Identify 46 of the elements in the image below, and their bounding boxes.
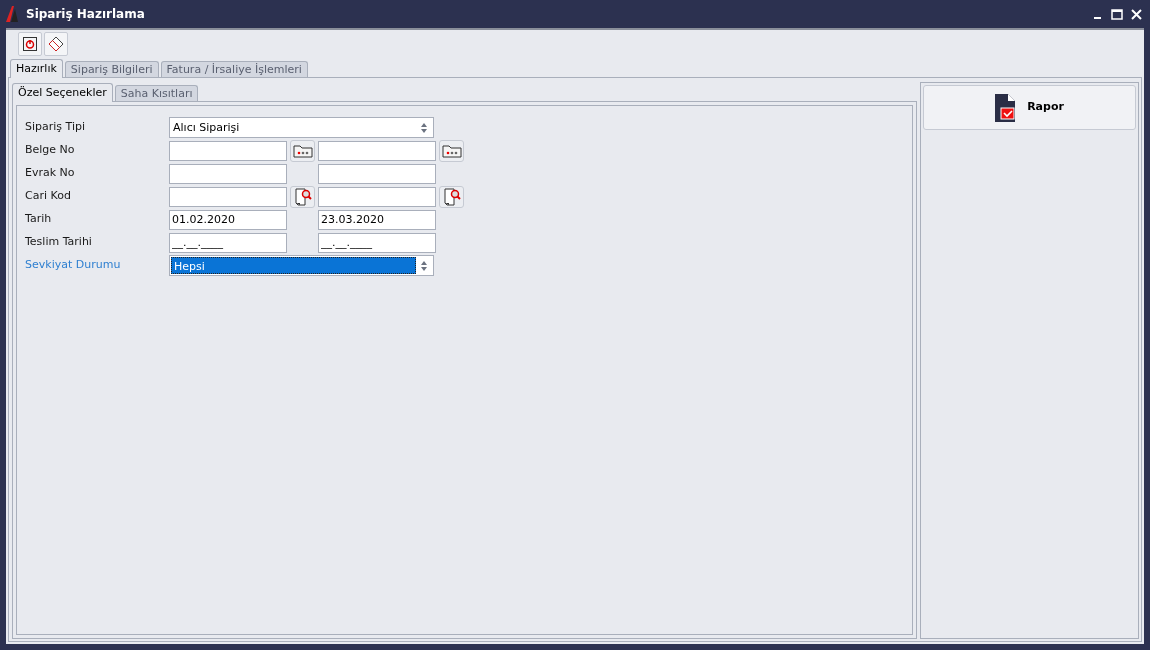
close-icon[interactable] [1131,8,1142,20]
text-field[interactable]: __.__.____ [169,232,287,253]
text-field[interactable] [169,186,287,207]
tab[interactable]: Sipariş Bilgileri [64,61,159,77]
maximize-icon[interactable] [1111,8,1123,20]
power-button[interactable] [18,32,42,56]
document-search-icon [293,187,312,206]
eraser-button[interactable] [44,32,68,56]
text-field[interactable] [318,186,436,207]
dropdown-value: Alıcı Siparişi [172,120,241,136]
dropdown-value: Hepsi [171,257,416,274]
text-field[interactable] [318,163,436,184]
app-logo-icon [6,6,18,22]
power-icon [23,37,37,51]
window-title: Sipariş Hazırlama [26,6,145,23]
field-label: Sipariş Tipi [25,119,87,136]
tab[interactable]: Saha Kısıtları [114,85,199,101]
tab[interactable]: Fatura / İrsaliye İşlemleri [160,61,308,77]
dropdown[interactable]: Hepsi [169,255,434,276]
field-button[interactable] [290,185,315,208]
text-field[interactable] [318,140,436,161]
field-label: Cari Kod [25,188,72,205]
text-field[interactable] [169,140,287,161]
folder-icon [292,143,313,158]
field-label: Tarih [25,211,53,228]
text-field[interactable]: __.__.____ [318,232,436,253]
folder-icon [441,143,462,158]
field-label: Evrak No [25,165,76,182]
text-field[interactable]: 01.02.2020 [169,209,287,230]
text-field[interactable] [169,163,287,184]
tab[interactable]: Hazırlık [10,59,63,78]
field-button[interactable] [439,139,464,162]
report-button[interactable]: Rapor [923,85,1136,130]
spinner-icon [420,121,428,134]
tab[interactable]: Özel Seçenekler [12,83,113,102]
field-label: Teslim Tarihi [25,234,93,251]
eraser-icon [48,36,64,52]
field-button[interactable] [290,139,315,162]
text-field[interactable]: 23.03.2020 [318,209,436,230]
dropdown[interactable]: Alıcı Siparişi [169,117,434,138]
document-search-icon [442,187,461,206]
document-check-icon [995,93,1016,122]
field-label: Sevkiyat Durumu [25,257,122,274]
field-label: Belge No [25,142,76,159]
spinner-icon [420,259,428,272]
field-button[interactable] [439,185,464,208]
